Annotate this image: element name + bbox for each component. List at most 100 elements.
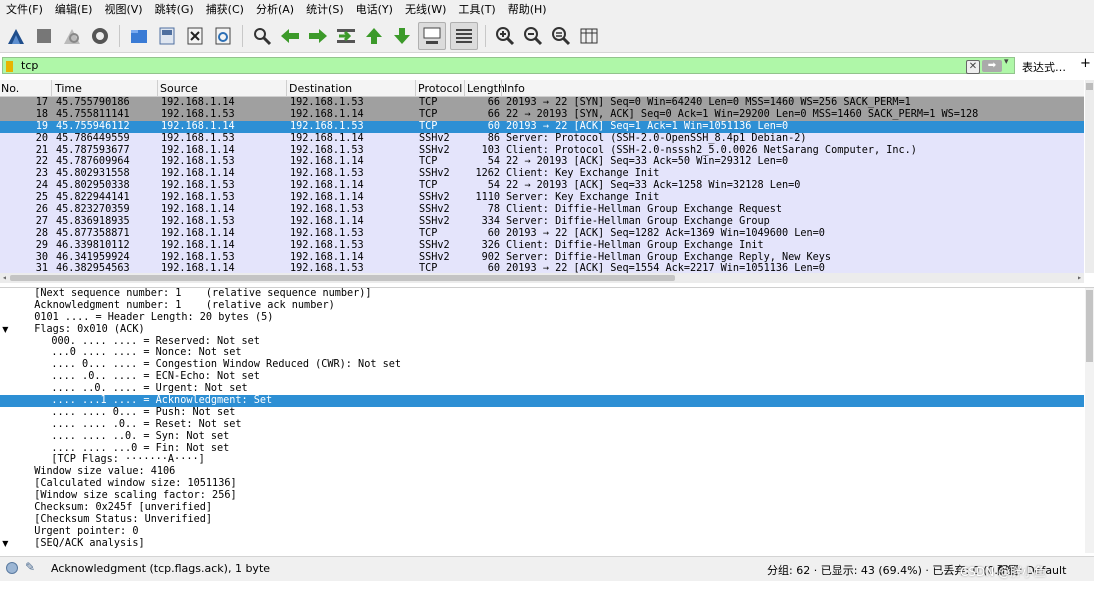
detail-row[interactable]: .... .... ..0. = Syn: Not set: [0, 431, 1094, 443]
cell-src: 192.168.1.53: [161, 215, 235, 227]
detail-text: Acknowledgment number: 1 (relative ack n…: [34, 299, 335, 311]
detail-row[interactable]: [TCP Flags: ·······A····]: [0, 454, 1094, 466]
packet-row[interactable]: 30 46.341959924 192.168.1.53 192.168.1.14 SS…: [0, 251, 1084, 264]
menu-item[interactable]: 视图(V): [98, 0, 148, 20]
zoom-out-icon[interactable]: [521, 24, 545, 48]
cell-no: 26: [35, 204, 48, 216]
capture-options-icon[interactable]: [88, 24, 112, 48]
packet-row[interactable]: 25 45.822944141 192.168.1.53 192.168.1.14 SS…: [0, 192, 1084, 205]
packet-row[interactable]: 24 45.802950338 192.168.1.53 192.168.1.14 TC…: [0, 180, 1084, 193]
detail-row[interactable]: Checksum: 0x245f [unverified]: [0, 502, 1094, 514]
detail-row[interactable]: [Checksum Status: Unverified]: [0, 514, 1094, 526]
menu-item[interactable]: 捕获(C): [200, 0, 250, 20]
detail-row-selected[interactable]: .... ...1 .... = Acknowledgment: Set: [0, 395, 1084, 407]
expand-arrow-icon[interactable]: ▼: [2, 324, 8, 336]
menu-item[interactable]: 跳转(G): [149, 0, 200, 20]
packet-row[interactable]: 21 45.787593677 192.168.1.14 192.168.1.53 SS…: [0, 144, 1084, 157]
packet-row[interactable]: 17 45.755790186 192.168.1.14 192.168.1.53 TC…: [0, 97, 1084, 109]
zoom-in-icon[interactable]: [493, 24, 517, 48]
packet-row[interactable]: 29 46.339810112 192.168.1.14 192.168.1.53 SS…: [0, 239, 1084, 252]
detail-row[interactable]: Acknowledgment number: 1 (relative ack n…: [0, 300, 1094, 312]
go-last-icon[interactable]: [390, 24, 414, 48]
packet-row-selected[interactable]: 19 45.755946112 192.168.1.14 192.168.1.53 TC…: [0, 120, 1084, 133]
column-header-time[interactable]: Time: [55, 82, 82, 95]
resize-columns-icon[interactable]: [577, 24, 601, 48]
autoscroll-icon[interactable]: [418, 22, 446, 50]
detail-row[interactable]: ▼ Flags: 0x010 (ACK): [0, 324, 1094, 336]
find-packet-icon[interactable]: [250, 24, 274, 48]
menu-item[interactable]: 统计(S): [300, 0, 350, 20]
detail-row[interactable]: [Window size scaling factor: 256]: [0, 490, 1094, 502]
packet-row[interactable]: 23 45.802931558 192.168.1.14 192.168.1.53 SS…: [0, 168, 1084, 181]
cell-proto: SSHv2: [419, 251, 450, 263]
cell-len: 66: [487, 97, 500, 108]
menu-item[interactable]: 文件(F): [0, 0, 49, 20]
column-header-no[interactable]: No.: [1, 82, 19, 95]
reload-file-icon[interactable]: [211, 24, 235, 48]
column-header-destination[interactable]: Destination: [289, 82, 352, 95]
detail-row[interactable]: .... .... .0.. = Reset: Not set: [0, 419, 1094, 431]
detail-row[interactable]: .... .... 0... = Push: Not set: [0, 407, 1094, 419]
filter-text[interactable]: tcp: [21, 58, 38, 74]
menu-item[interactable]: 编辑(E): [49, 0, 99, 20]
packet-row[interactable]: 18 45.755811141 192.168.1.53 192.168.1.14 TC…: [0, 108, 1084, 121]
menu-item[interactable]: 电话(Y): [350, 0, 399, 20]
detail-row[interactable]: Urgent pointer: 0: [0, 526, 1094, 538]
detail-text: [TCP Flags: ·······A····]: [51, 454, 205, 466]
column-header-info[interactable]: Info: [504, 82, 525, 95]
menu-item[interactable]: 帮助(H): [502, 0, 553, 20]
detail-row[interactable]: [Calculated window size: 1051136]: [0, 478, 1094, 490]
save-file-icon[interactable]: [155, 24, 179, 48]
column-header-source[interactable]: Source: [160, 82, 198, 95]
detail-row[interactable]: 000. .... .... = Reserved: Not set: [0, 336, 1094, 348]
open-file-icon[interactable]: [127, 24, 151, 48]
column-header-length[interactable]: Length: [467, 82, 505, 95]
packet-list-vscrollbar[interactable]: [1085, 80, 1094, 273]
go-back-icon[interactable]: [278, 24, 302, 48]
start-capture-icon[interactable]: [4, 24, 28, 48]
packet-row[interactable]: 27 45.836918935 192.168.1.53 192.168.1.14 SS…: [0, 215, 1084, 228]
detail-row[interactable]: ...0 .... .... = Nonce: Not set: [0, 347, 1094, 359]
packet-row[interactable]: 31 46.382954563 192.168.1.14 192.168.1.53 TC…: [0, 263, 1084, 273]
capture-comment-icon[interactable]: ✎: [25, 560, 35, 574]
packet-row[interactable]: 26 45.823270359 192.168.1.14 192.168.1.53 SS…: [0, 204, 1084, 216]
colorize-icon[interactable]: [450, 22, 478, 50]
menu-item[interactable]: 工具(T): [452, 0, 501, 20]
detail-row[interactable]: .... 0... .... = Congestion Window Reduc…: [0, 359, 1094, 371]
zoom-reset-icon[interactable]: [549, 24, 573, 48]
bookmark-icon[interactable]: [6, 61, 13, 72]
detail-row[interactable]: .... .0.. .... = ECN-Echo: Not set: [0, 371, 1094, 383]
apply-filter-icon[interactable]: ➡: [982, 60, 1002, 72]
display-filter-input[interactable]: tcp ✕ ➡: [2, 57, 1015, 74]
stop-capture-icon[interactable]: [32, 24, 56, 48]
go-first-icon[interactable]: [362, 24, 386, 48]
cell-info: 20193 → 22 [ACK] Seq=1 Ack=1 Win=1051136…: [506, 120, 789, 132]
detail-row[interactable]: .... .... ...0 = Fin: Not set: [0, 443, 1094, 455]
expand-arrow-icon[interactable]: ▼: [2, 538, 8, 550]
column-header-protocol[interactable]: Protocol: [418, 82, 462, 95]
go-forward-icon[interactable]: [306, 24, 330, 48]
detail-row[interactable]: ▼ [SEQ/ACK analysis]: [0, 538, 1094, 550]
display-filter-bar: tcp ✕ ➡ ▾ 表达式… +: [0, 56, 1094, 76]
go-to-packet-icon[interactable]: [334, 24, 358, 48]
details-vscrollbar[interactable]: [1085, 288, 1094, 553]
packet-row[interactable]: 28 45.877358871 192.168.1.14 192.168.1.53 TC…: [0, 227, 1084, 240]
expression-button[interactable]: 表达式…: [1022, 59, 1066, 75]
close-file-icon[interactable]: [183, 24, 207, 48]
filter-history-dropdown-icon[interactable]: ▾: [1004, 57, 1009, 67]
add-filter-button[interactable]: +: [1080, 56, 1091, 71]
restart-capture-icon[interactable]: [60, 24, 84, 48]
cell-len: 78: [487, 204, 500, 216]
detail-row[interactable]: Window size value: 4106: [0, 466, 1094, 478]
clear-filter-icon[interactable]: ✕: [966, 60, 980, 74]
menu-item[interactable]: 无线(W): [399, 0, 452, 20]
expert-info-indicator-icon[interactable]: [6, 562, 18, 574]
menu-item[interactable]: 分析(A): [250, 0, 300, 20]
detail-text: .... .0.. .... = ECN-Echo: Not set: [51, 371, 260, 383]
detail-row[interactable]: .... ..0. .... = Urgent: Not set: [0, 383, 1094, 395]
packet-row[interactable]: 20 45.786449559 192.168.1.53 192.168.1.14 SS…: [0, 132, 1084, 145]
packet-list-hscrollbar[interactable]: ◂ ▸: [0, 273, 1084, 283]
detail-row[interactable]: [Next sequence number: 1 (relative seque…: [0, 288, 1094, 300]
detail-row[interactable]: 0101 .... = Header Length: 20 bytes (5): [0, 312, 1094, 324]
packet-row[interactable]: 22 45.787609964 192.168.1.53 192.168.1.14 TC…: [0, 156, 1084, 169]
